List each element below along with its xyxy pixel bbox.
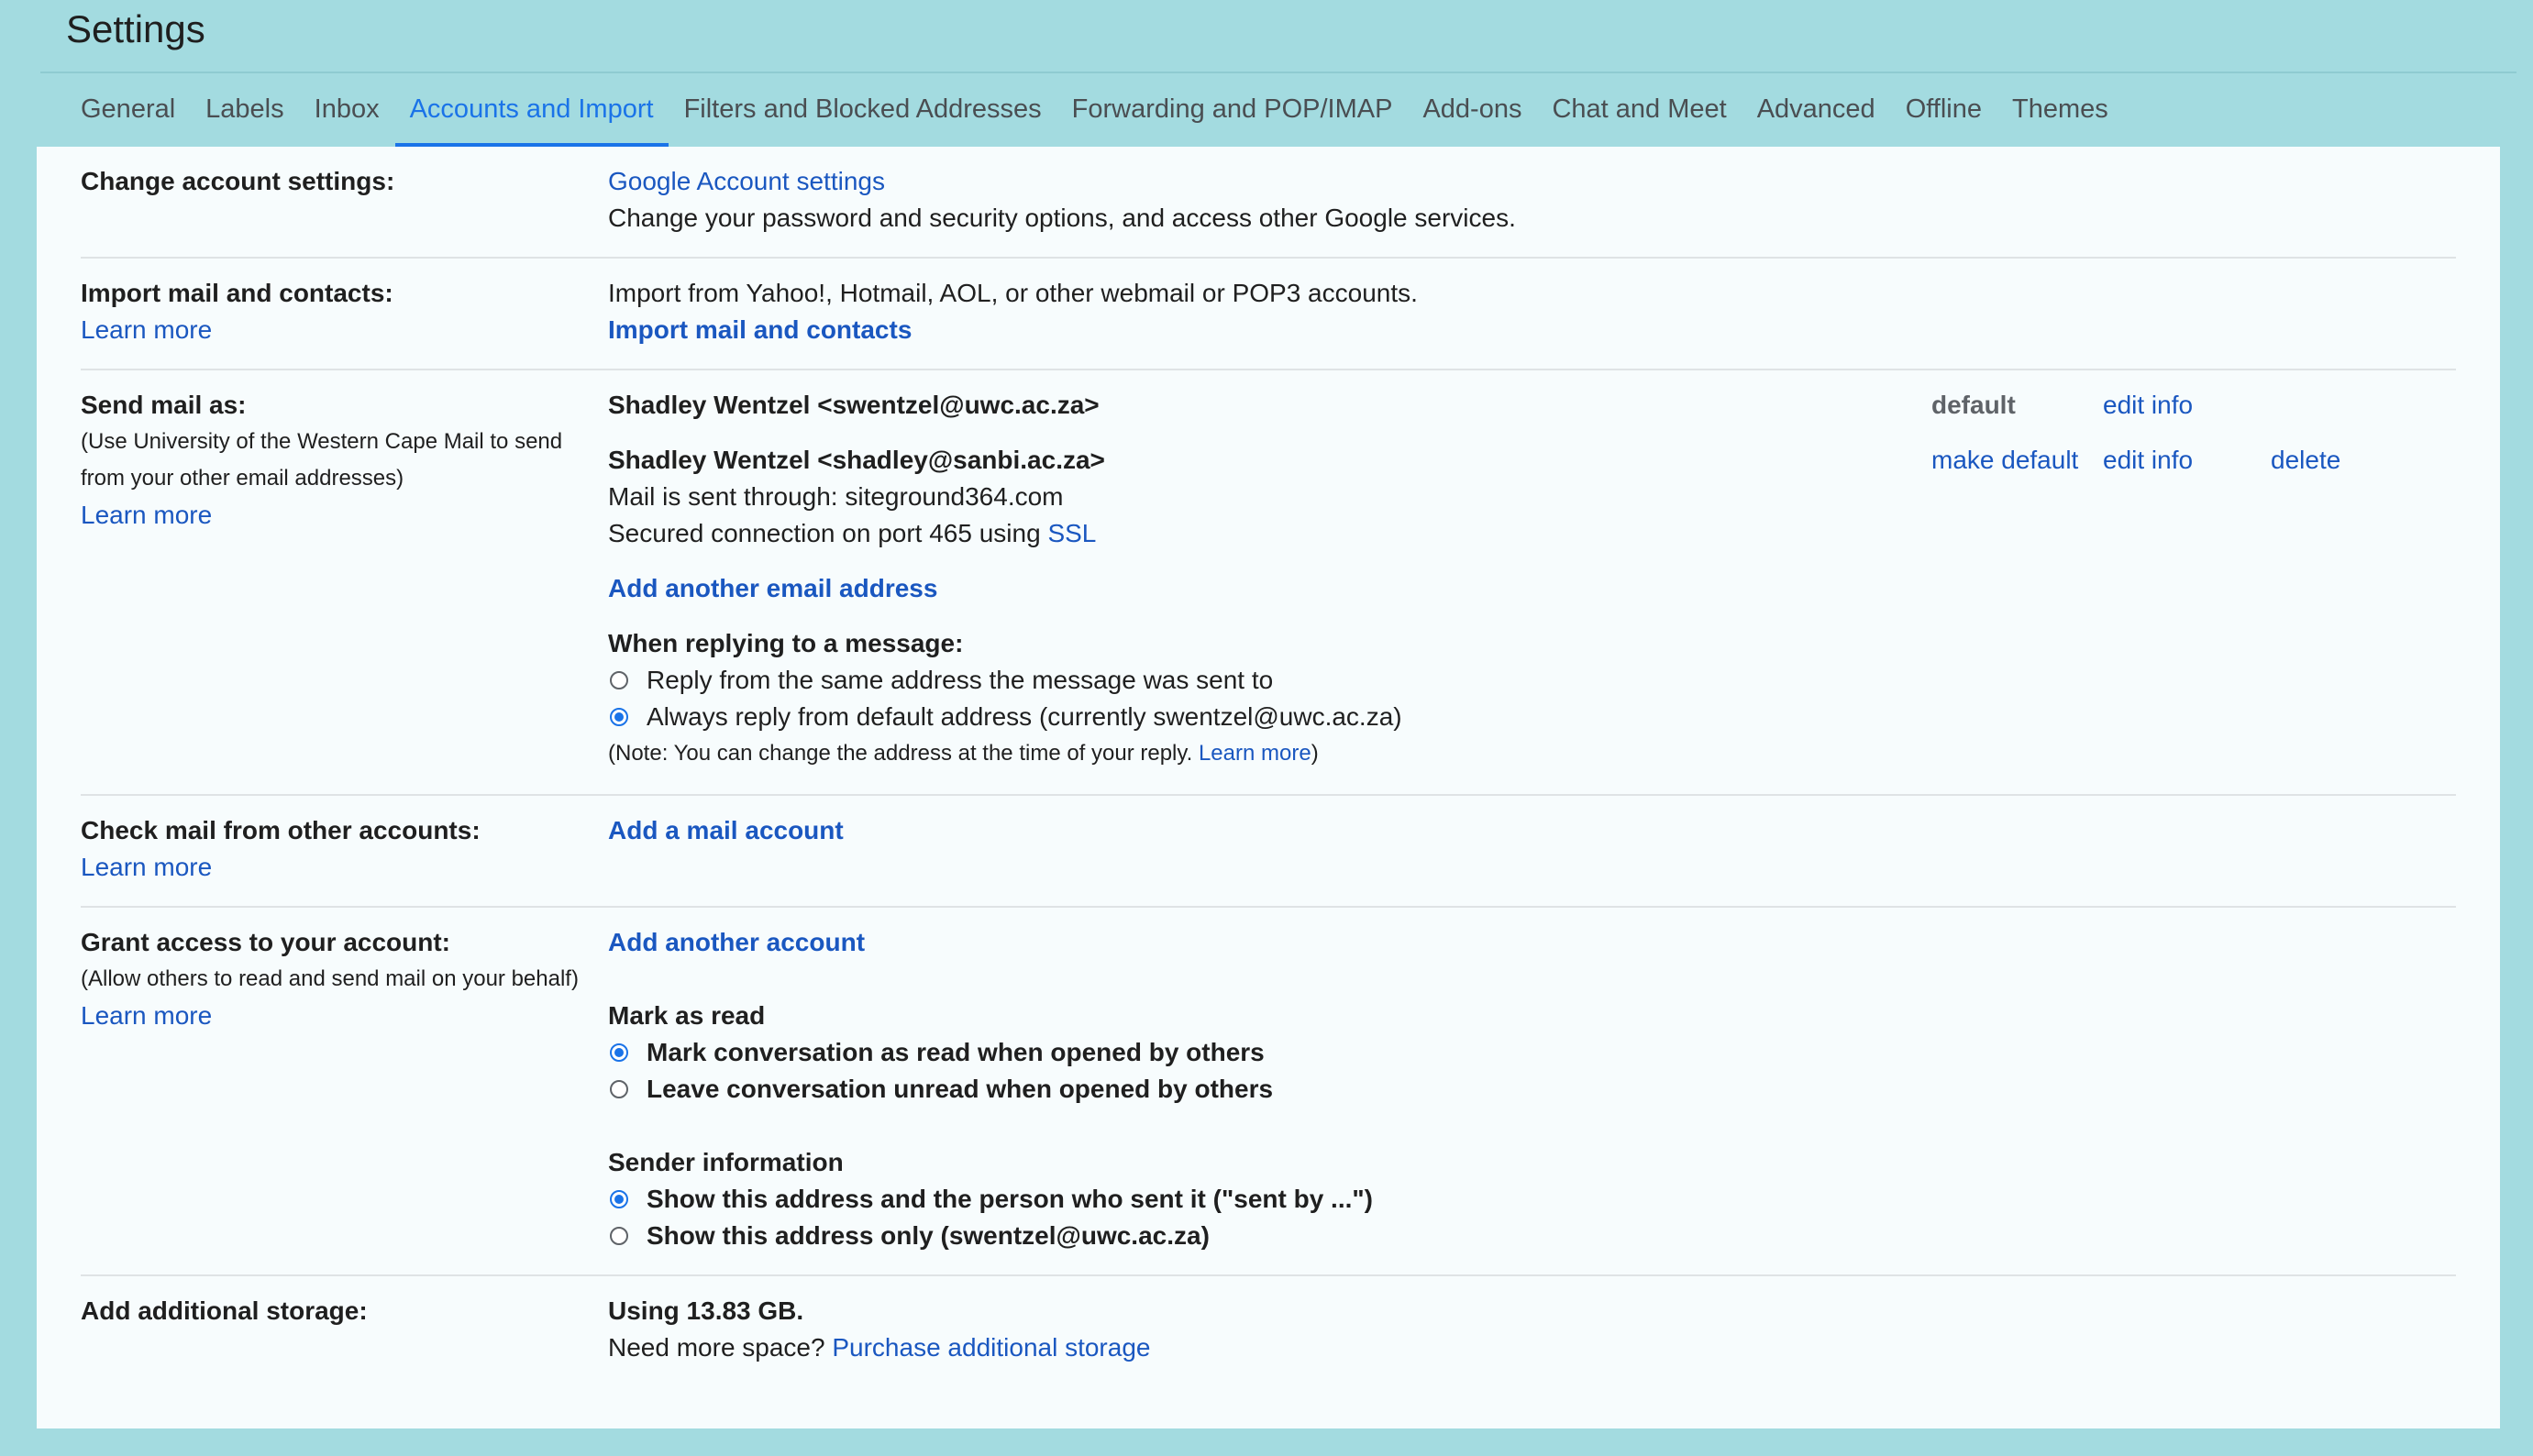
send-as-note: from your other email addresses) <box>81 466 404 491</box>
radio-checked-icon[interactable] <box>610 1190 628 1208</box>
send-as-note: (Use University of the Western Cape Mail… <box>81 429 563 454</box>
check-mail-label: Check mail from other accounts: <box>81 816 481 844</box>
import-label: Import mail and contacts: <box>81 279 393 307</box>
change-account-label: Change account settings: <box>81 167 395 195</box>
import-mail-button[interactable]: Import mail and contacts <box>608 312 2442 348</box>
tab-inbox[interactable]: Inbox <box>315 92 380 147</box>
default-badge: default <box>1931 391 2016 419</box>
make-default-link[interactable]: make default <box>1931 442 2078 479</box>
grant-access-learn-more-link[interactable]: Learn more <box>81 998 613 1034</box>
radio-unchecked-icon[interactable] <box>610 1080 628 1098</box>
check-mail-learn-more-link[interactable]: Learn more <box>81 849 613 886</box>
edit-info-link[interactable]: edit info <box>2103 442 2193 479</box>
radio-unchecked-icon[interactable] <box>610 671 628 689</box>
tab-labels[interactable]: Labels <box>205 92 283 147</box>
edit-info-link[interactable]: edit info <box>2103 387 2193 424</box>
settings-panel: Change account settings: Google Account … <box>37 147 2500 1428</box>
tab-forwarding[interactable]: Forwarding and POP/IMAP <box>1072 92 1393 147</box>
import-learn-more-link[interactable]: Learn more <box>81 312 613 348</box>
radio-label: Show this address and the person who sen… <box>647 1185 1373 1213</box>
radio-label: Always reply from default address (curre… <box>647 702 1402 731</box>
add-email-address-button[interactable]: Add another email address <box>608 570 2442 607</box>
grant-access-note: (Allow others to read and send mail on y… <box>81 966 579 991</box>
reply-option-same-address[interactable]: Reply from the same address the message … <box>608 662 2442 699</box>
secured-connection-info: Secured connection on port 465 using SSL <box>608 515 2442 552</box>
page-title: Settings <box>66 7 205 50</box>
tab-add-ons[interactable]: Add-ons <box>1422 92 1521 147</box>
tab-filters[interactable]: Filters and Blocked Addresses <box>684 92 1042 147</box>
storage-prompt-text: Need more space? <box>608 1333 833 1362</box>
grant-access-section: Grant access to your account: (Allow oth… <box>81 924 2456 1276</box>
tab-advanced[interactable]: Advanced <box>1757 92 1875 147</box>
radio-checked-icon[interactable] <box>610 1043 628 1062</box>
send-as-section: Send mail as: (Use University of the Wes… <box>81 387 2456 796</box>
check-mail-section: Check mail from other accounts: Learn mo… <box>81 812 2456 908</box>
tab-themes[interactable]: Themes <box>2012 92 2108 147</box>
import-section: Import mail and contacts: Learn more Imp… <box>81 275 2456 370</box>
leave-unread-option[interactable]: Leave conversation unread when opened by… <box>608 1071 2442 1108</box>
show-sender-option[interactable]: Show this address and the person who sen… <box>608 1181 2442 1218</box>
tab-general[interactable]: General <box>81 92 175 147</box>
grant-access-label: Grant access to your account: <box>81 928 451 956</box>
reply-heading: When replying to a message: <box>608 629 964 657</box>
send-as-label: Send mail as: <box>81 391 247 419</box>
sender-info-heading: Sender information <box>608 1148 844 1176</box>
change-account-section: Change account settings: Google Account … <box>81 163 2456 259</box>
reply-note-text: (Note: You can change the address at the… <box>608 741 1199 766</box>
radio-label: Reply from the same address the message … <box>647 666 1274 694</box>
ssl-link[interactable]: SSL <box>1047 519 1096 547</box>
storage-prompt: Need more space? Purchase additional sto… <box>608 1329 2442 1366</box>
radio-label: Mark conversation as read when opened by… <box>647 1038 1265 1066</box>
import-description: Import from Yahoo!, Hotmail, AOL, or oth… <box>608 279 1418 307</box>
reply-option-default-address[interactable]: Always reply from default address (curre… <box>608 699 2442 735</box>
storage-section: Add additional storage: Using 13.83 GB. … <box>81 1293 2456 1384</box>
purchase-storage-link[interactable]: Purchase additional storage <box>832 1333 1150 1362</box>
settings-tabs: General Labels Inbox Accounts and Import… <box>81 92 2108 147</box>
smtp-server-info: Mail is sent through: siteground364.com <box>608 482 1064 511</box>
send-as-learn-more-link[interactable]: Learn more <box>81 497 613 534</box>
header-divider <box>40 72 2516 73</box>
delete-link[interactable]: delete <box>2271 442 2340 479</box>
radio-unchecked-icon[interactable] <box>610 1227 628 1245</box>
secured-connection-text: Secured connection on port 465 using <box>608 519 1048 547</box>
add-another-account-button[interactable]: Add another account <box>608 924 2442 961</box>
reply-note-suffix: ) <box>1311 741 1319 766</box>
change-account-description: Change your password and security option… <box>608 204 1516 232</box>
storage-usage: Using 13.83 GB. <box>608 1296 804 1325</box>
show-address-only-option[interactable]: Show this address only (swentzel@uwc.ac.… <box>608 1218 2442 1254</box>
reply-note-learn-more-link[interactable]: Learn more <box>1199 741 1311 766</box>
reply-note: (Note: You can change the address at the… <box>608 735 2442 772</box>
tab-accounts-and-import[interactable]: Accounts and Import <box>394 92 669 147</box>
add-mail-account-button[interactable]: Add a mail account <box>608 812 2442 849</box>
radio-checked-icon[interactable] <box>610 708 628 726</box>
tab-chat-and-meet[interactable]: Chat and Meet <box>1552 92 1726 147</box>
radio-label: Leave conversation unread when opened by… <box>647 1075 1274 1103</box>
google-account-settings-link[interactable]: Google Account settings <box>608 163 2442 200</box>
mark-as-read-heading: Mark as read <box>608 1001 766 1030</box>
storage-label: Add additional storage: <box>81 1296 368 1325</box>
tab-offline[interactable]: Offline <box>1906 92 1982 147</box>
radio-label: Show this address only (swentzel@uwc.ac.… <box>647 1221 1210 1250</box>
mark-read-option[interactable]: Mark conversation as read when opened by… <box>608 1034 2442 1071</box>
